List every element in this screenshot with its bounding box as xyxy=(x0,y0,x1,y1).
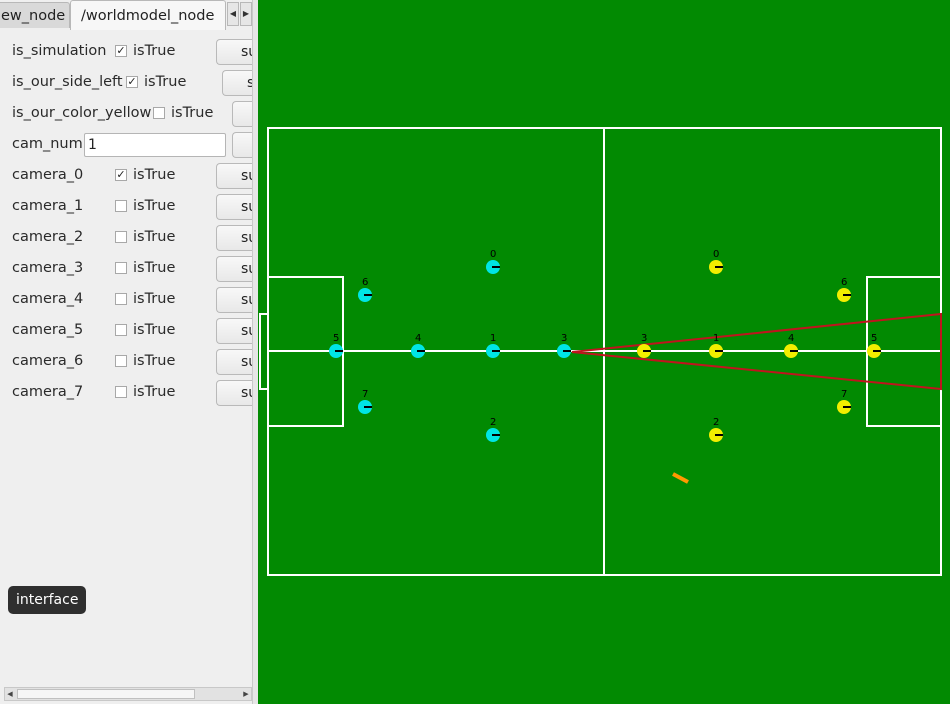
tab-bar: ew_node /worldmodel_node ◀ ▶ xyxy=(0,0,253,30)
param-checkbox[interactable]: ✓ xyxy=(115,169,127,181)
submit-button[interactable]: su xyxy=(216,225,253,251)
param-label: camera_4 xyxy=(12,291,84,307)
param-checkbox[interactable] xyxy=(115,231,127,243)
checkbox-label: isTrue xyxy=(133,43,176,59)
tab-view-node[interactable]: ew_node xyxy=(0,2,70,28)
interface-button[interactable]: interface xyxy=(8,586,87,614)
param-checkbox[interactable] xyxy=(115,293,127,305)
param-label: is_our_color_yellow xyxy=(12,105,152,121)
submit-button[interactable]: su xyxy=(216,380,253,406)
submit-button[interactable]: su xyxy=(216,39,253,65)
checkbox-label: isTrue xyxy=(133,291,176,307)
blue-robot-label: 6 xyxy=(362,277,368,288)
submit-button[interactable]: su xyxy=(216,318,253,344)
param-row-camera-7: camera_7 isTrue su xyxy=(12,380,253,406)
yellow-robot-label: 2 xyxy=(713,417,719,428)
checkbox-label: isTrue xyxy=(133,229,176,245)
field-canvas: 0 6 5 4 1 3 7 2 0 6 3 1 4 5 7 2 xyxy=(259,127,942,576)
blue-robot-label: 3 xyxy=(561,333,567,344)
param-checkbox[interactable]: ✓ xyxy=(126,76,138,88)
param-label: camera_2 xyxy=(12,229,84,245)
param-label: camera_5 xyxy=(12,322,84,338)
checkbox-label: isTrue xyxy=(133,322,176,338)
submit-button[interactable]: su xyxy=(216,256,253,282)
tab-scroll-right-icon[interactable]: ▶ xyxy=(240,2,252,26)
param-row-camera-0: camera_0 ✓ isTrue su xyxy=(12,163,253,189)
param-row-is-simulation: is_simulation ✓ isTrue su xyxy=(12,39,253,65)
scroll-left-icon[interactable]: ◀ xyxy=(5,688,15,700)
blue-robot-label: 4 xyxy=(415,333,421,344)
checkbox-label: isTrue xyxy=(133,384,176,400)
blue-robot-label: 2 xyxy=(490,417,496,428)
yellow-robot-label: 4 xyxy=(788,333,794,344)
checkbox-label: isTrue xyxy=(133,353,176,369)
param-label: camera_3 xyxy=(12,260,84,276)
param-row-cam-num: cam_num1s xyxy=(12,132,257,158)
param-checkbox[interactable] xyxy=(115,200,127,212)
param-label: cam_num xyxy=(12,136,83,152)
yellow-robot-label: 6 xyxy=(841,277,847,288)
param-row-camera-1: camera_1 isTrue su xyxy=(12,194,253,220)
checkbox-label: isTrue xyxy=(133,167,176,183)
ball xyxy=(672,472,689,484)
blue-robot-label: 5 xyxy=(333,333,339,344)
scrollbar-thumb[interactable] xyxy=(17,689,195,699)
param-label: camera_6 xyxy=(12,353,84,369)
horizontal-scrollbar[interactable]: ◀ ▶ xyxy=(4,687,252,701)
param-row-camera-3: camera_3 isTrue su xyxy=(12,256,253,282)
param-label: is_our_side_left xyxy=(12,74,123,90)
param-row-is-our-side-left: is_our_side_left✓ isTrue su xyxy=(12,70,253,96)
submit-button[interactable]: su xyxy=(222,70,253,96)
submit-button[interactable]: su xyxy=(216,194,253,220)
checkbox-label: isTrue xyxy=(133,260,176,276)
param-checkbox[interactable] xyxy=(115,324,127,336)
param-label: camera_0 xyxy=(12,167,84,183)
param-label: camera_7 xyxy=(12,384,84,400)
param-checkbox[interactable] xyxy=(115,355,127,367)
checkbox-label: isTrue xyxy=(144,74,187,90)
param-label: is_simulation xyxy=(12,43,107,59)
yellow-robot-label: 3 xyxy=(641,333,647,344)
yellow-robot-label: 1 xyxy=(713,333,719,344)
tab-scroll-left-icon[interactable]: ◀ xyxy=(227,2,239,26)
blue-robot-label: 1 xyxy=(490,333,496,344)
param-row-camera-5: camera_5 isTrue su xyxy=(12,318,253,344)
param-label: camera_1 xyxy=(12,198,84,214)
yellow-robot-label: 7 xyxy=(841,389,847,400)
cam-num-input[interactable]: 1 xyxy=(84,133,226,157)
left-goal xyxy=(259,313,268,390)
blue-robot-label: 7 xyxy=(362,389,368,400)
submit-button[interactable]: su xyxy=(216,287,253,313)
scroll-right-icon[interactable]: ▶ xyxy=(241,688,251,700)
blue-robot-label: 0 xyxy=(490,249,496,260)
param-row-camera-6: camera_6 isTrue su xyxy=(12,349,253,375)
checkbox-label: isTrue xyxy=(171,105,214,121)
checkbox-label: isTrue xyxy=(133,198,176,214)
yellow-robot-label: 0 xyxy=(713,249,719,260)
param-checkbox[interactable] xyxy=(153,107,165,119)
parameter-panel: ew_node /worldmodel_node ◀ ▶ is_simulati… xyxy=(0,0,258,704)
param-row-is-our-color-yellow: is_our_color_yellowisTrues xyxy=(12,101,257,127)
param-checkbox[interactable] xyxy=(115,386,127,398)
param-row-camera-2: camera_2 isTrue su xyxy=(12,225,253,251)
tab-worldmodel-node[interactable]: /worldmodel_node xyxy=(70,0,226,30)
yellow-robot-label: 5 xyxy=(871,333,877,344)
param-row-camera-4: camera_4 isTrue su xyxy=(12,287,253,313)
param-checkbox[interactable] xyxy=(115,262,127,274)
soccer-field-view[interactable]: 0 6 5 4 1 3 7 2 0 6 3 1 4 5 7 2 xyxy=(258,0,950,704)
submit-button[interactable]: su xyxy=(216,349,253,375)
submit-button[interactable]: su xyxy=(216,163,253,189)
param-checkbox[interactable]: ✓ xyxy=(115,45,127,57)
